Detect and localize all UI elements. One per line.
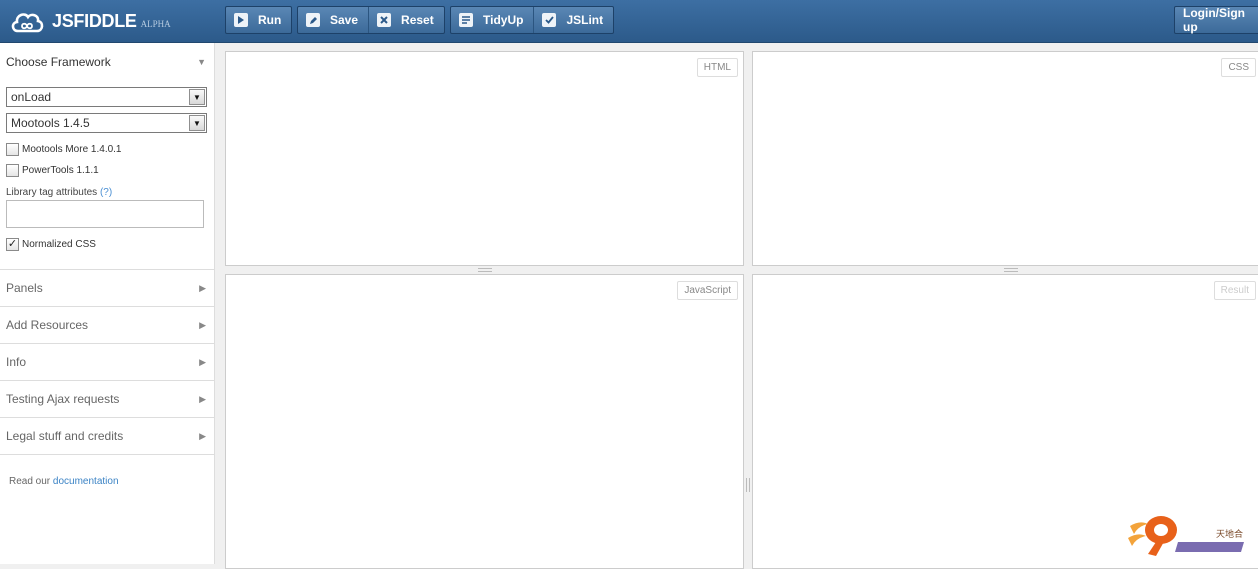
- dropdown-arrow-icon: ▼: [189, 115, 205, 131]
- save-button[interactable]: Save: [298, 7, 370, 33]
- resize-handle-right[interactable]: [1004, 268, 1018, 272]
- triangle-down-icon: ▼: [197, 57, 206, 67]
- run-button[interactable]: Run: [226, 7, 291, 33]
- checkbox-label: PowerTools 1.1.1: [22, 165, 99, 176]
- reset-label: Reset: [401, 13, 434, 27]
- section-title: Panels: [6, 281, 43, 295]
- lib-attr-input[interactable]: [6, 200, 204, 228]
- jslint-button[interactable]: JSLint: [534, 7, 613, 33]
- lines-icon: [459, 13, 473, 27]
- triangle-right-icon: ▶: [199, 282, 206, 293]
- svg-text:天地合: 天地合: [1216, 528, 1243, 540]
- tidyup-label: TidyUp: [483, 13, 524, 27]
- css-panel-label: CSS: [1221, 58, 1256, 77]
- sidebar: Choose Framework ▼ onLoad ▼ Mootools 1.4…: [0, 43, 215, 564]
- run-button-group: Run: [225, 6, 293, 34]
- section-title: Testing Ajax requests: [6, 392, 120, 406]
- lib-attr-text: Library tag attributes: [6, 187, 98, 198]
- section-info[interactable]: Info ▶: [0, 344, 214, 381]
- play-icon: [234, 13, 248, 27]
- html-panel[interactable]: HTML: [225, 51, 744, 266]
- triangle-right-icon: ▶: [199, 393, 206, 404]
- resize-handle-vertical[interactable]: [746, 478, 750, 492]
- checkbox-label: Normalized CSS: [22, 239, 96, 250]
- documentation-link[interactable]: documentation: [53, 476, 119, 487]
- checkbox-label: Mootools More 1.4.0.1: [22, 144, 122, 155]
- jslint-label: JSLint: [566, 13, 604, 27]
- lib-attr-label: Library tag attributes (?): [6, 187, 208, 198]
- cloud-logo-icon: [10, 9, 44, 33]
- section-add-resources[interactable]: Add Resources ▶: [0, 307, 214, 344]
- save-label: Save: [330, 13, 359, 27]
- check-icon: [542, 13, 557, 27]
- login-label: Login/Sign up: [1183, 6, 1245, 34]
- html-panel-label: HTML: [696, 58, 738, 77]
- checkbox-row: ✓ Normalized CSS: [6, 234, 208, 255]
- triangle-right-icon: ▶: [199, 319, 206, 330]
- app-logo[interactable]: JSFIDDLE ALPHA: [10, 8, 171, 34]
- section-title: Info: [6, 355, 27, 369]
- load-type-value: onLoad: [11, 90, 52, 104]
- framework-select[interactable]: Mootools 1.4.5 ▼: [6, 113, 207, 133]
- js-panel-label: JavaScript: [677, 281, 738, 300]
- checkbox-row: Mootools More 1.4.0.1: [6, 139, 208, 160]
- section-title: Add Resources: [6, 318, 89, 332]
- triangle-right-icon: ▶: [199, 356, 206, 367]
- reset-button[interactable]: Reset: [369, 7, 444, 33]
- save-reset-group: Save Reset: [297, 6, 445, 34]
- close-icon: [377, 13, 392, 27]
- css-panel[interactable]: CSS: [752, 51, 1258, 266]
- help-link[interactable]: (?): [100, 187, 112, 198]
- js-panel[interactable]: JavaScript: [225, 274, 744, 569]
- dropdown-arrow-icon: ▼: [189, 89, 205, 105]
- framework-panel: onLoad ▼ Mootools 1.4.5 ▼ Mootools More …: [0, 81, 214, 270]
- docs-prefix: Read our: [9, 476, 51, 487]
- resize-handle-left[interactable]: [478, 268, 492, 272]
- checkbox-row: PowerTools 1.1.1: [6, 160, 208, 181]
- tidyup-button[interactable]: TidyUp: [451, 7, 535, 33]
- result-panel-label: Result: [1213, 281, 1256, 300]
- run-label: Run: [258, 13, 282, 27]
- top-toolbar: JSFIDDLE ALPHA Run Save Reset TidyUp JSL…: [0, 0, 1258, 43]
- section-panels[interactable]: Panels ▶: [0, 270, 214, 307]
- login-button[interactable]: Login/Sign up: [1174, 6, 1258, 34]
- powertools-checkbox[interactable]: [6, 164, 19, 177]
- triangle-right-icon: ▶: [199, 430, 206, 441]
- app-name: JSFIDDLE: [52, 10, 137, 31]
- section-title: Choose Framework: [6, 55, 111, 69]
- tidy-lint-group: TidyUp JSLint: [450, 6, 615, 34]
- section-testing-ajax[interactable]: Testing Ajax requests ▶: [0, 381, 214, 418]
- docs-note: Read our documentation: [0, 455, 214, 508]
- section-title: Legal stuff and credits: [6, 429, 124, 443]
- section-legal[interactable]: Legal stuff and credits ▶: [0, 418, 214, 455]
- watermark-logo: 天地合: [1126, 508, 1251, 558]
- normalized-css-checkbox[interactable]: ✓: [6, 238, 19, 251]
- framework-value: Mootools 1.4.5: [11, 116, 90, 130]
- load-type-select[interactable]: onLoad ▼: [6, 87, 207, 107]
- pencil-icon: [306, 13, 320, 27]
- mootools-more-checkbox[interactable]: [6, 143, 19, 156]
- app-tag: ALPHA: [140, 19, 171, 29]
- section-choose-framework[interactable]: Choose Framework ▼: [0, 43, 214, 81]
